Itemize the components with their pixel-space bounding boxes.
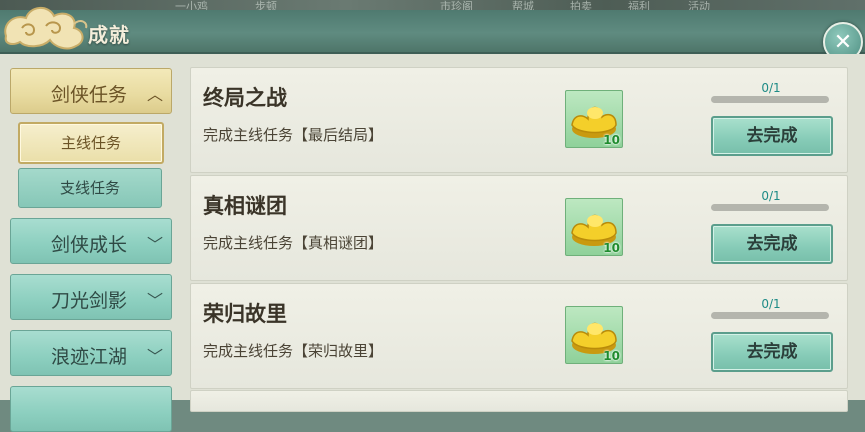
subtab-main-quest[interactable]: 主线任务 <box>18 122 164 164</box>
progress-text: 0/1 <box>761 189 781 203</box>
category-label: 刀光剑影 <box>51 290 128 312</box>
go-complete-button[interactable]: 去完成 <box>711 116 833 156</box>
progress-text: 0/1 <box>761 81 781 95</box>
category-wander-jianghu[interactable]: 浪迹江湖 ﹀ <box>10 330 172 376</box>
reward-slot[interactable]: 10 <box>565 90 623 148</box>
task-description: 完成主线任务【最后结局】 <box>203 126 384 144</box>
task-card: 终局之战 完成主线任务【最后结局】 10 0/1 去完成 <box>190 67 848 173</box>
category-label: 浪迹江湖 <box>51 346 128 368</box>
progress-bar <box>711 312 829 319</box>
reward-count: 10 <box>603 349 620 363</box>
reward-count: 10 <box>603 133 620 147</box>
task-description: 完成主线任务【荣归故里】 <box>203 342 384 360</box>
close-icon: ✕ <box>833 29 853 55</box>
category-blade-shadow[interactable]: 刀光剑影 ﹀ <box>10 274 172 320</box>
go-complete-button[interactable]: 去完成 <box>711 332 833 372</box>
category-jianxia-growth[interactable]: 剑侠成长 ﹀ <box>10 218 172 264</box>
category-label: 剑侠任务 <box>51 84 128 106</box>
progress-text: 0/1 <box>761 297 781 311</box>
page-title: 成就 <box>88 23 130 47</box>
category-jianxia-tasks[interactable]: 剑侠任务 ︿ <box>10 68 172 114</box>
task-card-partial <box>190 390 848 412</box>
go-complete-button[interactable]: 去完成 <box>711 224 833 264</box>
chevron-down-icon: ﹀ <box>146 347 163 366</box>
task-title: 真相谜团 <box>203 194 287 218</box>
category-label: 剑侠成长 <box>51 234 128 256</box>
progress-bar <box>711 204 829 211</box>
task-title: 终局之战 <box>203 86 287 110</box>
subtab-side-quest[interactable]: 支线任务 <box>18 168 162 208</box>
reward-slot[interactable]: 10 <box>565 198 623 256</box>
task-card: 真相谜团 完成主线任务【真相谜团】 10 0/1 去完成 <box>190 175 848 281</box>
chevron-down-icon: ﹀ <box>146 291 163 310</box>
task-card: 荣归故里 完成主线任务【荣归故里】 10 0/1 去完成 <box>190 283 848 389</box>
task-description: 完成主线任务【真相谜团】 <box>203 234 384 252</box>
category-more[interactable] <box>10 386 172 432</box>
window-header: 成就 ✕ <box>0 7 865 62</box>
chevron-up-icon: ︿ <box>146 85 163 104</box>
chevron-down-icon: ﹀ <box>146 235 163 254</box>
task-title: 荣归故里 <box>203 302 287 326</box>
progress-bar <box>711 96 829 103</box>
reward-count: 10 <box>603 241 620 255</box>
reward-slot[interactable]: 10 <box>565 306 623 364</box>
auspicious-cloud-icon <box>4 7 88 50</box>
